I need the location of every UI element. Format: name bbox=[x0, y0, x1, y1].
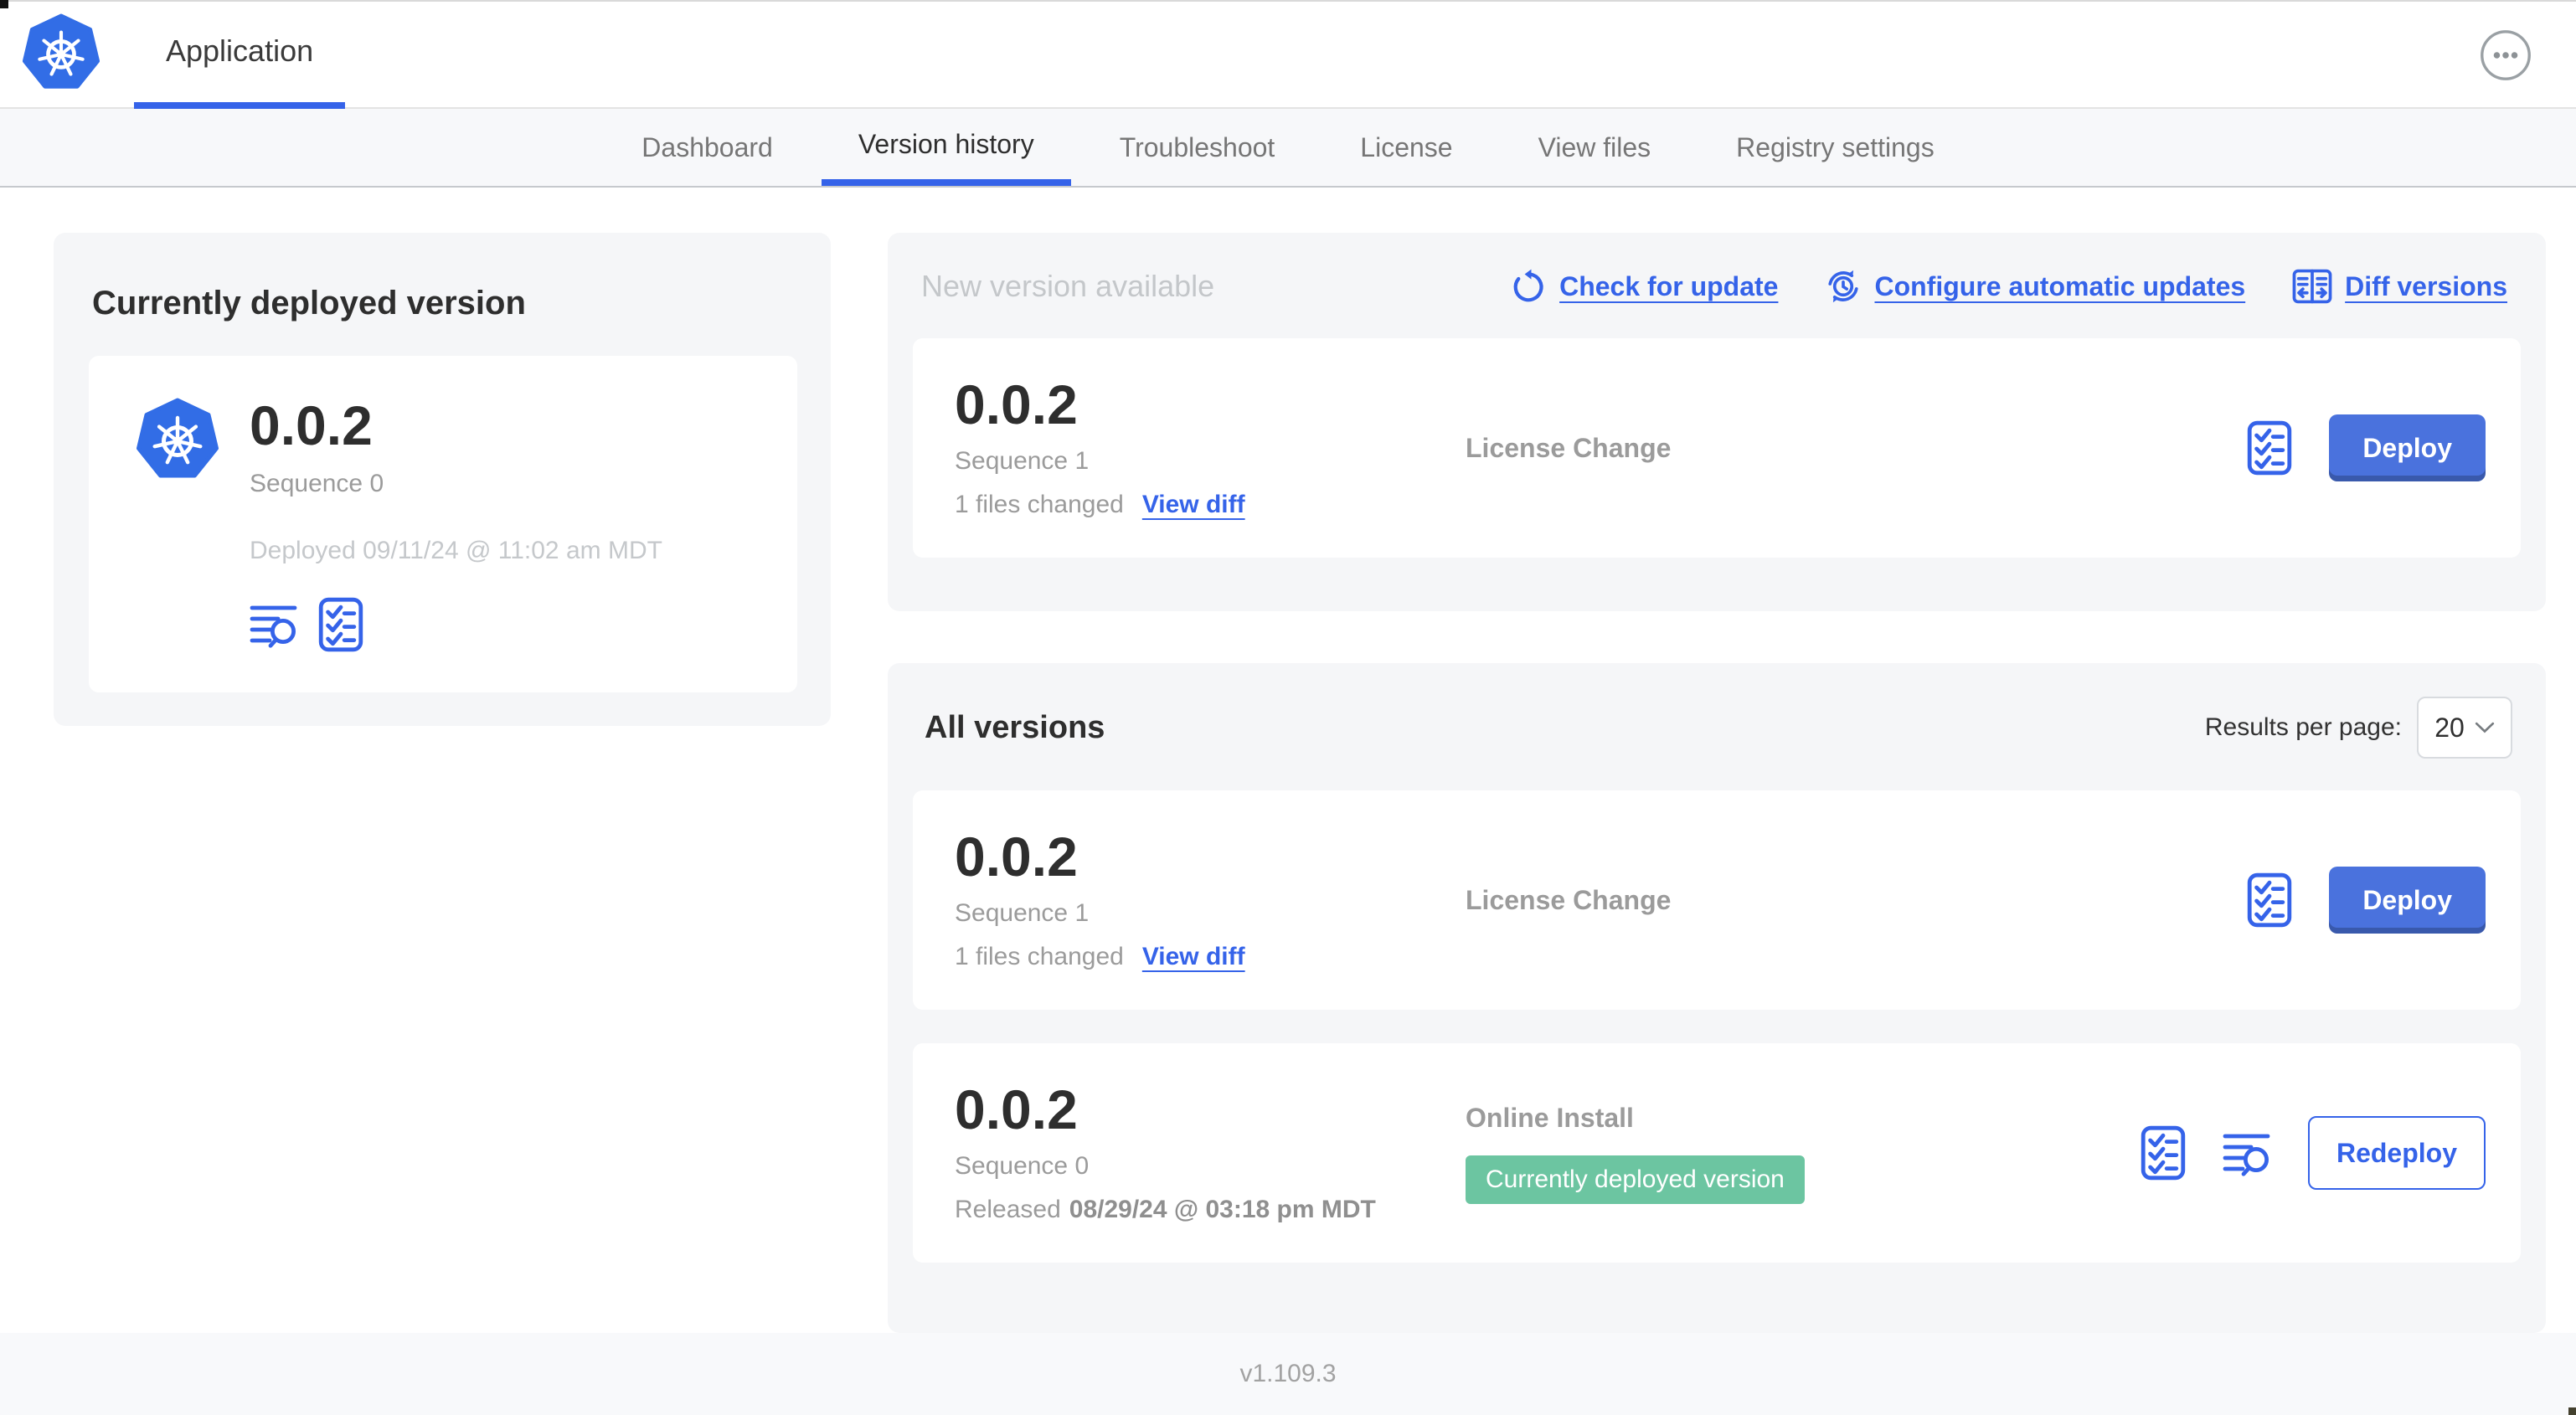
screenshot-artifact bbox=[2568, 1407, 2576, 1415]
version-sequence: Sequence 1 bbox=[955, 899, 1090, 927]
new-version-title: New version available bbox=[921, 269, 1215, 303]
tab-dashboard[interactable]: Dashboard bbox=[605, 109, 810, 186]
view-logs-icon[interactable] bbox=[250, 601, 298, 648]
all-versions-title: All versions bbox=[925, 709, 1105, 745]
current-version-number: 0.0.2 bbox=[250, 394, 373, 456]
main-content: Currently deployed version 0.0.2 Sequenc… bbox=[0, 188, 2576, 1333]
tab-view-files[interactable]: View files bbox=[1502, 109, 1688, 186]
view-diff-link[interactable]: View diff bbox=[1142, 491, 1245, 519]
deploy-button[interactable]: Deploy bbox=[2329, 414, 2486, 481]
version-number: 0.0.2 bbox=[955, 826, 1078, 888]
check-for-update-link[interactable]: Check for update bbox=[1510, 268, 1778, 305]
version-number: 0.0.2 bbox=[955, 1078, 1078, 1140]
right-column: New version available Check for update C… bbox=[888, 233, 2546, 1333]
app-footer: v1.109.3 bbox=[0, 1333, 2576, 1415]
files-changed-label: 1 files changed bbox=[955, 491, 1124, 518]
preflight-checks-icon[interactable] bbox=[318, 597, 363, 652]
new-version-row: 0.0.2 Sequence 1 1 files changed View di… bbox=[913, 338, 2521, 558]
tab-license[interactable]: License bbox=[1323, 109, 1489, 186]
results-per-page-select[interactable]: 20 bbox=[2417, 697, 2512, 759]
version-sequence: Sequence 0 bbox=[955, 1152, 1090, 1180]
tab-troubleshoot[interactable]: Troubleshoot bbox=[1083, 109, 1312, 186]
version-source-label: License Change bbox=[1466, 432, 1672, 463]
refresh-icon bbox=[1510, 268, 1547, 305]
current-version-deployed-at: Deployed 09/11/24 @ 11:02 am MDT bbox=[250, 537, 662, 564]
auto-update-clock-icon bbox=[1825, 268, 1862, 305]
currently-deployed-badge: Currently deployed version bbox=[1466, 1155, 1805, 1204]
tab-version-history[interactable]: Version history bbox=[821, 109, 1071, 186]
kubernetes-logo-icon bbox=[22, 13, 100, 92]
all-versions-panel: All versions Results per page: 20 0.0.2 … bbox=[888, 663, 2546, 1333]
diff-versions-link[interactable]: Diff versions bbox=[2292, 269, 2507, 304]
screenshot-artifact bbox=[0, 0, 8, 8]
configure-automatic-updates-link[interactable]: Configure automatic updates bbox=[1825, 268, 2245, 305]
released-at-label: Released 08/29/24 @ 03:18 pm MDT bbox=[955, 1196, 1376, 1223]
app-nav: Dashboard Version history Troubleshoot L… bbox=[0, 109, 2576, 188]
version-row-sequence-0: 0.0.2 Sequence 0 Released 08/29/24 @ 03:1… bbox=[913, 1043, 2521, 1263]
kubernetes-app-icon bbox=[136, 398, 219, 652]
view-diff-link[interactable]: View diff bbox=[1142, 943, 1245, 971]
version-number: 0.0.2 bbox=[955, 373, 1078, 435]
version-source-label: Online Install bbox=[1466, 1102, 1634, 1133]
redeploy-button[interactable]: Redeploy bbox=[2307, 1116, 2486, 1190]
files-changed-label: 1 files changed bbox=[955, 943, 1124, 970]
current-version-sequence: Sequence 0 bbox=[250, 470, 384, 497]
preflight-checks-icon[interactable] bbox=[2247, 420, 2292, 476]
app-tab[interactable]: Application bbox=[134, 0, 346, 109]
tab-registry-settings[interactable]: Registry settings bbox=[1699, 109, 1971, 186]
version-source-label: License Change bbox=[1466, 884, 1672, 915]
currently-deployed-title: Currently deployed version bbox=[92, 285, 526, 322]
more-menu-button[interactable] bbox=[2479, 28, 2532, 82]
app-tab-label: Application bbox=[166, 33, 314, 68]
app-header: Application bbox=[0, 0, 2576, 109]
version-sequence: Sequence 1 bbox=[955, 447, 1090, 475]
chevron-down-icon bbox=[2475, 722, 2495, 733]
version-row-sequence-1: 0.0.2 Sequence 1 1 files changed View di… bbox=[913, 790, 2521, 1010]
diff-icon bbox=[2292, 269, 2332, 304]
console-version-label: v1.109.3 bbox=[1239, 1360, 1337, 1387]
view-logs-icon[interactable] bbox=[2223, 1129, 2271, 1176]
results-per-page-label: Results per page: bbox=[2204, 713, 2402, 741]
preflight-checks-icon[interactable] bbox=[2141, 1125, 2186, 1181]
currently-deployed-card: 0.0.2 Sequence 0 Deployed 09/11/24 @ 11:… bbox=[89, 356, 797, 692]
new-version-panel: New version available Check for update C… bbox=[888, 233, 2546, 611]
currently-deployed-panel: Currently deployed version 0.0.2 Sequenc… bbox=[54, 233, 831, 726]
deploy-button[interactable]: Deploy bbox=[2329, 867, 2486, 934]
preflight-checks-icon[interactable] bbox=[2247, 872, 2292, 928]
